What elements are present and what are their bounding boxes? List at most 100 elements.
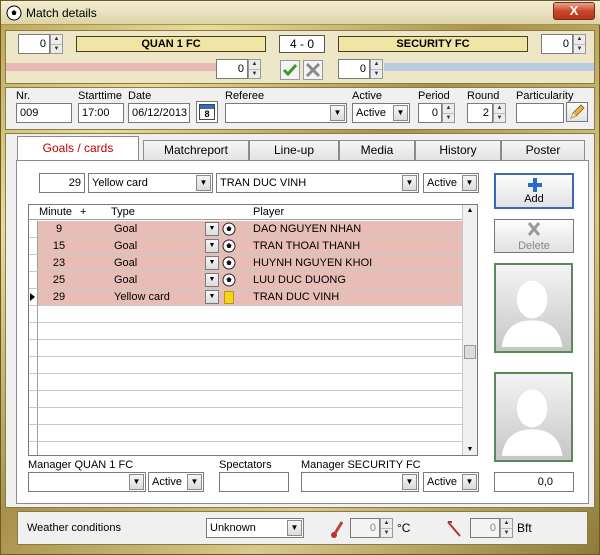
chevron-down-icon: ▼ bbox=[129, 474, 144, 490]
events-grid[interactable]: Minute + Type Player 9 Goal ▼ DAO NGUYEN NH… bbox=[28, 204, 478, 456]
table-row[interactable]: 23 Goal ▼ HUYNH NGUYEN KHOI bbox=[38, 255, 463, 272]
away-right-spinner[interactable]: ▲ ▼ bbox=[573, 34, 586, 54]
weather-panel: Weather conditions Unknown ▼ 0 ▲ ▼ °C 0 ▲… bbox=[17, 511, 588, 545]
period-spinner[interactable]: ▲ ▼ bbox=[442, 103, 455, 123]
temperature-spinner[interactable]: ▲ ▼ bbox=[380, 518, 393, 538]
event-type-select[interactable]: Yellow card ▼ bbox=[88, 173, 213, 193]
row-indicator[interactable] bbox=[29, 272, 38, 289]
table-row[interactable]: 15 Goal ▼ TRAN THOAI THANH bbox=[38, 238, 463, 255]
tab-poster[interactable]: Poster bbox=[501, 140, 585, 160]
table-row[interactable]: 29 Yellow card ▼ TRAN DUC VINH bbox=[38, 289, 463, 306]
edit-particularity-button[interactable] bbox=[566, 102, 588, 122]
round-input[interactable]: 2 bbox=[467, 103, 493, 123]
tab-media[interactable]: Media bbox=[339, 140, 415, 160]
tab-matchreport[interactable]: Matchreport bbox=[143, 140, 249, 160]
row-indicator[interactable] bbox=[29, 391, 38, 408]
delete-button[interactable]: Delete bbox=[494, 219, 574, 253]
away-extra-spinner[interactable]: ▲ ▼ bbox=[370, 59, 383, 79]
row-indicator[interactable] bbox=[29, 357, 38, 374]
round-spinner[interactable]: ▲ ▼ bbox=[493, 103, 506, 123]
row-indicator[interactable] bbox=[29, 374, 38, 391]
home-color-strip bbox=[6, 63, 216, 71]
wind-spinner[interactable]: ▲ ▼ bbox=[500, 518, 513, 538]
grid-scrollbar[interactable]: ▲ ▼ bbox=[462, 205, 477, 455]
soccer-ball-icon bbox=[222, 222, 236, 236]
period-label: Period bbox=[418, 90, 450, 102]
away-color-strip bbox=[384, 63, 594, 71]
starttime-input[interactable]: 17:00 bbox=[78, 103, 124, 123]
temperature-unit: °C bbox=[397, 521, 411, 535]
row-indicator[interactable] bbox=[29, 255, 38, 272]
row-indicator[interactable] bbox=[29, 425, 38, 442]
table-row[interactable] bbox=[38, 408, 463, 425]
table-row[interactable] bbox=[38, 442, 463, 455]
scroll-thumb[interactable] bbox=[464, 345, 476, 359]
row-indicator[interactable] bbox=[29, 442, 38, 455]
table-row[interactable] bbox=[38, 425, 463, 442]
cancel-x-icon[interactable] bbox=[303, 60, 323, 80]
away-right-input[interactable]: 0 bbox=[541, 34, 573, 54]
referee-select[interactable]: ▼ bbox=[225, 103, 347, 123]
scroll-up-icon[interactable]: ▲ bbox=[463, 207, 477, 214]
chevron-down-icon[interactable]: ▼ bbox=[205, 222, 219, 236]
calendar-button[interactable]: 8 bbox=[196, 101, 218, 123]
home-left-input[interactable]: 0 bbox=[18, 34, 50, 54]
date-input[interactable]: 06/12/2013 bbox=[128, 103, 190, 123]
temperature-input[interactable]: 0 bbox=[350, 518, 380, 538]
row-minute: 9 bbox=[55, 223, 63, 235]
add-button[interactable]: Add bbox=[494, 173, 574, 209]
row-player: DAO NGUYEN NHAN bbox=[253, 223, 362, 235]
chevron-down-icon[interactable]: ▼ bbox=[205, 273, 219, 287]
manager-home-status-select[interactable]: Active ▼ bbox=[148, 472, 204, 492]
chevron-down-icon: ▼ bbox=[196, 175, 211, 191]
wind-input[interactable]: 0 bbox=[470, 518, 500, 538]
table-row[interactable] bbox=[38, 323, 463, 340]
row-type: Goal bbox=[114, 240, 138, 252]
soccer-ball-icon bbox=[222, 256, 236, 270]
scroll-down-icon[interactable]: ▼ bbox=[463, 446, 477, 453]
row-indicator[interactable] bbox=[29, 289, 38, 306]
particularity-input[interactable] bbox=[516, 103, 564, 123]
row-indicator[interactable] bbox=[29, 340, 38, 357]
home-extra-spinner[interactable]: ▲ ▼ bbox=[248, 59, 261, 79]
row-indicator[interactable] bbox=[29, 408, 38, 425]
tab-line-up[interactable]: Line-up bbox=[249, 140, 339, 160]
table-row[interactable] bbox=[38, 374, 463, 391]
entry-status-select[interactable]: Active ▼ bbox=[423, 173, 479, 193]
weather-select[interactable]: Unknown ▼ bbox=[206, 518, 304, 538]
minute-input[interactable]: 29 bbox=[39, 173, 85, 193]
table-row[interactable] bbox=[38, 306, 463, 323]
rating-input[interactable]: 0,0 bbox=[494, 472, 574, 492]
home-extra-input[interactable]: 0 bbox=[216, 59, 248, 79]
row-indicator[interactable] bbox=[29, 221, 38, 238]
manager-away-select[interactable]: ▼ bbox=[301, 472, 419, 492]
player-select[interactable]: TRAN DUC VINH ▼ bbox=[216, 173, 419, 193]
home-left-spinner[interactable]: ▲ ▼ bbox=[50, 34, 63, 54]
row-indicator[interactable] bbox=[29, 323, 38, 340]
chevron-down-icon[interactable]: ▼ bbox=[205, 256, 219, 270]
close-button[interactable]: X bbox=[553, 2, 595, 20]
chevron-down-icon: ▼ bbox=[393, 105, 408, 121]
tab-history[interactable]: History bbox=[415, 140, 501, 160]
col-plus: + bbox=[80, 206, 87, 218]
manager-away-status-select[interactable]: Active ▼ bbox=[423, 472, 479, 492]
delete-button-label: Delete bbox=[518, 240, 550, 252]
tab-goals-cards[interactable]: Goals / cards bbox=[17, 136, 139, 160]
table-row[interactable] bbox=[38, 391, 463, 408]
score-panel: 0 ▲ ▼ QUAN 1 FC 4 - 0 SECURITY FC 0 ▲ ▼ 0 … bbox=[5, 30, 595, 84]
spectators-input[interactable] bbox=[219, 472, 289, 492]
nr-input[interactable]: 009 bbox=[16, 103, 72, 123]
table-row[interactable]: 25 Goal ▼ LUU DUC DUONG bbox=[38, 272, 463, 289]
table-row[interactable] bbox=[38, 340, 463, 357]
row-indicator[interactable] bbox=[29, 306, 38, 323]
table-row[interactable]: 9 Goal ▼ DAO NGUYEN NHAN bbox=[38, 221, 463, 238]
chevron-down-icon[interactable]: ▼ bbox=[205, 239, 219, 253]
manager-home-select[interactable]: ▼ bbox=[28, 472, 146, 492]
away-extra-input[interactable]: 0 bbox=[338, 59, 370, 79]
confirm-check-icon[interactable] bbox=[280, 60, 300, 80]
active-select[interactable]: Active ▼ bbox=[352, 103, 410, 123]
table-row[interactable] bbox=[38, 357, 463, 374]
row-indicator[interactable] bbox=[29, 238, 38, 255]
chevron-down-icon[interactable]: ▼ bbox=[205, 290, 219, 304]
period-input[interactable]: 0 bbox=[418, 103, 442, 123]
